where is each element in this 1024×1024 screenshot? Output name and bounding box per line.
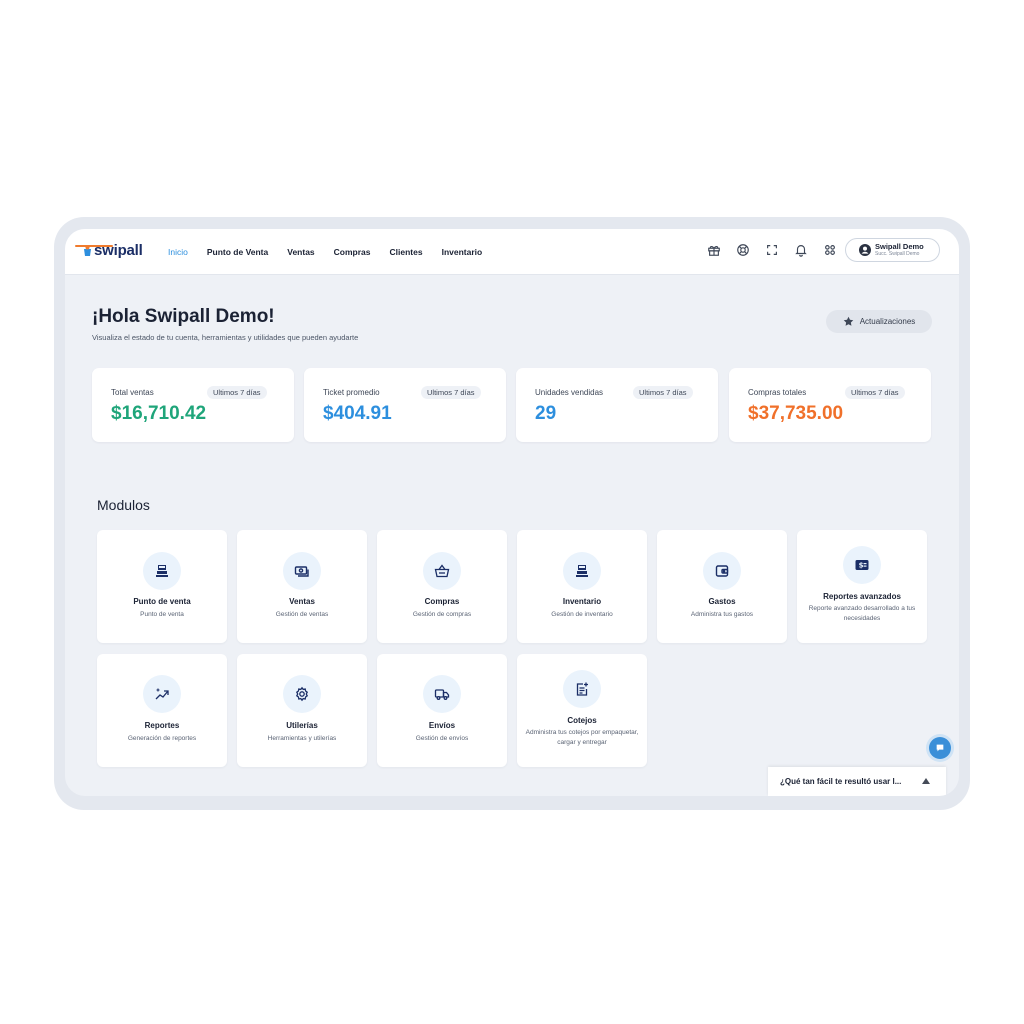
stat-card-unidades-vendidas: Unidades vendidas Ultimos 7 días 29 xyxy=(516,368,718,442)
stat-card-total-ventas: Total ventas Ultimos 7 días $16,710.42 xyxy=(92,368,294,442)
user-name: Swipall Demo xyxy=(875,242,924,252)
chat-bubble-button[interactable] xyxy=(929,737,951,759)
help-icon[interactable] xyxy=(734,241,752,259)
basket-icon xyxy=(423,552,461,590)
swipall-logo[interactable]: swipall xyxy=(83,240,143,260)
module-title: Utilerías xyxy=(286,721,318,730)
stat-label: Unidades vendidas xyxy=(535,388,604,397)
gear-icon xyxy=(283,675,321,713)
module-description: Gestión de compras xyxy=(412,611,472,618)
nav-item-ventas[interactable]: Ventas xyxy=(287,247,314,257)
nav-item-punto-de-venta[interactable]: Punto de Venta xyxy=(207,247,268,257)
bell-icon[interactable] xyxy=(792,241,810,259)
module-card-envios[interactable]: Envíos Gestión de envíos xyxy=(377,654,507,767)
updates-button[interactable]: Actualizaciones xyxy=(826,310,932,333)
cash-register-icon xyxy=(563,552,601,590)
module-title: Ventas xyxy=(289,597,315,606)
stat-period-badge: Ultimos 7 días xyxy=(207,386,267,399)
stat-value: $37,735.00 xyxy=(748,403,844,424)
logo-underline xyxy=(75,245,113,247)
apps-icon[interactable] xyxy=(821,241,839,259)
stat-label: Compras totales xyxy=(748,388,807,397)
module-description: Generación de reportes xyxy=(127,735,197,742)
page-title: ¡Hola Swipall Demo! xyxy=(92,306,275,327)
module-card-gastos[interactable]: Gastos Administra tus gastos xyxy=(657,530,787,643)
stat-value: $16,710.42 xyxy=(111,403,207,424)
feedback-survey-bar[interactable]: ¿Qué tan fácil te resultó usar l... xyxy=(768,767,946,796)
svg-text:$: $ xyxy=(859,562,864,570)
top-navbar: swipall Inicio Punto de Venta Ventas Com… xyxy=(65,229,959,275)
star-icon xyxy=(843,316,853,326)
header-tools xyxy=(705,241,839,259)
module-description: Gestión de ventas xyxy=(275,611,329,618)
module-title: Reportes avanzados xyxy=(823,592,901,601)
modules-heading: Modulos xyxy=(97,497,150,513)
nav-item-clientes[interactable]: Clientes xyxy=(390,247,423,257)
stat-value: 29 xyxy=(535,403,557,424)
stat-card-compras-totales: Compras totales Ultimos 7 días $37,735.0… xyxy=(729,368,931,442)
stat-value: $404.91 xyxy=(323,403,392,424)
wallet-icon xyxy=(703,552,741,590)
user-branch: Succ. Swipall Demo xyxy=(875,250,920,257)
module-title: Compras xyxy=(424,597,460,606)
module-title: Cotejos xyxy=(567,716,597,725)
truck-icon xyxy=(423,675,461,713)
nav-item-inicio[interactable]: Inicio xyxy=(168,247,188,257)
nav-item-inventario[interactable]: Inventario xyxy=(442,247,483,257)
stat-card-ticket-promedio: Ticket promedio Ultimos 7 días $404.91 xyxy=(304,368,506,442)
module-title: Reportes xyxy=(144,721,180,730)
module-card-compras[interactable]: Compras Gestión de compras xyxy=(377,530,507,643)
money-icon xyxy=(283,552,321,590)
module-title: Envíos xyxy=(428,721,456,730)
stat-label: Total ventas xyxy=(111,388,154,397)
stat-period-badge: Ultimos 7 días xyxy=(421,386,481,399)
main-nav: Inicio Punto de Venta Ventas Compras Cli… xyxy=(168,229,482,274)
module-description: Herramientas y utilerías xyxy=(267,735,337,742)
module-card-ventas[interactable]: Ventas Gestión de ventas xyxy=(237,530,367,643)
module-description: Gestión de envíos xyxy=(415,735,469,742)
stat-period-badge: Ultimos 7 días xyxy=(845,386,905,399)
gift-icon[interactable] xyxy=(705,241,723,259)
chat-icon xyxy=(936,744,944,752)
money-report-icon: $ xyxy=(843,546,881,584)
stat-label: Ticket promedio xyxy=(323,388,380,397)
app-screen: swipall Inicio Punto de Venta Ventas Com… xyxy=(65,229,959,796)
user-avatar-icon xyxy=(859,244,871,256)
cash-register-icon xyxy=(143,552,181,590)
clipboard-add-icon xyxy=(563,670,601,708)
module-card-reportes-avanzados[interactable]: $ Reportes avanzados Reporte avanzado de… xyxy=(797,530,927,643)
user-menu-button[interactable]: Swipall Demo Succ. Swipall Demo xyxy=(845,238,940,262)
survey-question: ¿Qué tan fácil te resultó usar l... xyxy=(780,777,902,786)
module-title: Gastos xyxy=(708,597,736,606)
module-title: Inventario xyxy=(562,597,602,606)
page-subtitle: Visualiza el estado de tu cuenta, herram… xyxy=(92,333,359,342)
module-description: Administra tus gastos xyxy=(690,611,754,618)
module-card-reportes[interactable]: Reportes Generación de reportes xyxy=(97,654,227,767)
sparkle-chart-icon xyxy=(143,675,181,713)
stat-period-badge: Ultimos 7 días xyxy=(633,386,693,399)
module-description: Administra tus cotejos por empaquetar, c… xyxy=(525,729,639,746)
caret-up-icon[interactable] xyxy=(922,778,930,784)
module-card-cotejos[interactable]: Cotejos Administra tus cotejos por empaq… xyxy=(517,654,647,767)
module-card-punto-de-venta[interactable]: Punto de venta Punto de venta xyxy=(97,530,227,643)
module-description: Reporte avanzado desarrollado a tus nece… xyxy=(808,605,916,622)
module-description: Punto de venta xyxy=(140,611,184,618)
updates-label: Actualizaciones xyxy=(859,317,916,326)
module-title: Punto de venta xyxy=(133,597,191,606)
module-description: Gestión de inventario xyxy=(551,611,613,618)
nav-item-compras[interactable]: Compras xyxy=(334,247,371,257)
module-card-utilerias[interactable]: Utilerías Herramientas y utilerías xyxy=(237,654,367,767)
module-card-inventario[interactable]: Inventario Gestión de inventario xyxy=(517,530,647,643)
fullscreen-icon[interactable] xyxy=(763,241,781,259)
